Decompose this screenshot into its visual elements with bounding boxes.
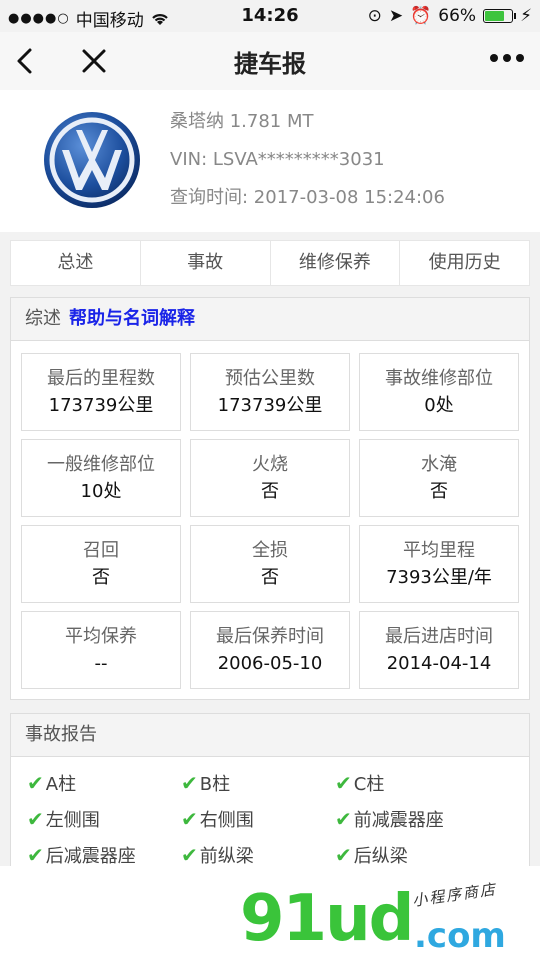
- help-link[interactable]: 帮助与名词解释: [69, 308, 195, 329]
- tab-maintenance[interactable]: 维修保养: [271, 241, 401, 285]
- accident-item-label: A柱: [45, 774, 77, 795]
- cell-label: 水淹: [421, 454, 457, 475]
- accident-item-label: 右侧围: [199, 810, 254, 831]
- cell-label: 预估公里数: [225, 368, 315, 389]
- summary-cell: 平均里程 7393公里/年: [359, 525, 519, 603]
- more-icon[interactable]: [490, 54, 524, 62]
- cell-value: 2014-04-14: [386, 653, 492, 674]
- accident-item-label: 左侧围: [45, 810, 100, 831]
- page-title: 捷车报: [234, 50, 306, 78]
- status-right: ⊙ ➤ ⏰ 66% ⚡: [368, 6, 532, 26]
- cell-label: 平均里程: [403, 540, 475, 561]
- summary-cell: 最后的里程数 173739公里: [21, 353, 181, 431]
- car-model: 桑塔纳 1.781 MT: [170, 111, 314, 132]
- charging-icon: ⚡: [520, 6, 532, 26]
- car-details: 桑塔纳 1.781 MT VIN: LSVA*********3031 查询时间…: [170, 108, 445, 222]
- car-info: 桑塔纳 1.781 MT VIN: LSVA*********3031 查询时间…: [0, 90, 540, 232]
- battery-percent: 66%: [438, 6, 477, 26]
- check-icon: ✔: [181, 807, 198, 831]
- summary-cell: 火烧否: [190, 439, 350, 517]
- summary-cell: 一般维修部位 10处: [21, 439, 181, 517]
- rotation-lock-icon: ⊙: [367, 6, 382, 26]
- accident-item-label: 后减震器座: [45, 846, 136, 867]
- summary-header: 综述 帮助与名词解释: [11, 298, 529, 341]
- check-icon: ✔: [335, 807, 352, 831]
- summary-cell: 事故维修部位 0处: [359, 353, 519, 431]
- summary-grid: 最后的里程数 173739公里 预估公里数 173739公里 事故维修部位 0处 一般…: [11, 341, 529, 699]
- cell-label: 最后的里程数: [47, 368, 155, 389]
- accident-item-label: 前减震器座: [353, 810, 444, 831]
- accident-item-label: 前纵梁: [199, 846, 254, 867]
- report-tabs: 总述 事故 维修保养 使用历史: [10, 240, 530, 286]
- cell-value: 173739公里: [217, 395, 323, 416]
- cell-label: 火烧: [252, 454, 288, 475]
- summary-title: 综述: [25, 308, 61, 329]
- status-bar: ●●●●○ 中国移动 14:26 ⊙ ➤ ⏰ 66% ⚡: [0, 0, 540, 32]
- tab-history[interactable]: 使用历史: [400, 241, 529, 285]
- accident-item: ✔ 后纵梁: [335, 841, 505, 869]
- accident-item: ✔ 前纵梁: [181, 841, 335, 869]
- cell-label: 事故维修部位: [385, 368, 493, 389]
- cell-value: --: [94, 653, 108, 674]
- accident-item: ✔ C柱: [335, 769, 505, 797]
- cell-value: 173739公里: [48, 395, 154, 416]
- summary-cell: 平均保养 --: [21, 611, 181, 689]
- summary-cell: 召回否: [21, 525, 181, 603]
- accident-item: ✔ B柱: [181, 769, 335, 797]
- battery-icon: [483, 9, 517, 23]
- tab-overview[interactable]: 总述: [11, 241, 141, 285]
- check-icon: ✔: [27, 843, 44, 867]
- check-icon: ✔: [181, 843, 198, 867]
- summary-panel: 综述 帮助与名词解释 最后的里程数 173739公里 预估公里数 173739公里 事…: [10, 297, 530, 700]
- accident-item: ✔ 前减震器座: [335, 805, 505, 833]
- watermark: 91ud 小程序商店 .com: [0, 866, 540, 960]
- watermark-domain: .com: [414, 916, 506, 956]
- accident-list: ✔ A柱 ✔ B柱 ✔ C柱 ✔ 左侧围 ✔ 右侧围 ✔ 前减震器座 ✔ 后减震器座 ✔ 前纵梁…: [11, 757, 529, 869]
- check-icon: ✔: [27, 771, 44, 795]
- accident-item-label: C柱: [353, 774, 385, 795]
- tab-accident[interactable]: 事故: [141, 241, 271, 285]
- nav-bar: 捷车报: [0, 32, 540, 90]
- summary-cell: 全损否: [190, 525, 350, 603]
- cell-value: 否: [261, 567, 279, 588]
- cell-label: 最后进店时间: [385, 626, 493, 647]
- volkswagen-logo-icon: [44, 112, 140, 208]
- watermark-subtitle: 小程序商店: [411, 880, 498, 910]
- accident-item-label: B柱: [199, 774, 231, 795]
- summary-cell: 预估公里数 173739公里: [190, 353, 350, 431]
- cell-value: 7393公里/年: [386, 567, 492, 588]
- accident-item: ✔ 后减震器座: [27, 841, 181, 869]
- watermark-logo: 91ud: [240, 882, 414, 956]
- summary-cell: 最后保养时间 2006-05-10: [190, 611, 350, 689]
- cell-value: 10处: [80, 481, 122, 502]
- car-vin: VIN: LSVA*********3031: [170, 149, 385, 170]
- check-icon: ✔: [27, 807, 44, 831]
- cell-value: 0处: [424, 395, 454, 416]
- cell-label: 召回: [83, 540, 119, 561]
- alarm-icon: ⏰: [410, 6, 432, 26]
- cell-label: 最后保养时间: [216, 626, 324, 647]
- cell-label: 一般维修部位: [47, 454, 155, 475]
- cell-label: 平均保养: [65, 626, 137, 647]
- check-icon: ✔: [335, 843, 352, 867]
- query-time: 查询时间: 2017-03-08 15:24:06: [170, 187, 445, 208]
- accident-item: ✔ A柱: [27, 769, 181, 797]
- accident-title: 事故报告: [25, 724, 97, 745]
- cell-value: 否: [92, 567, 110, 588]
- cell-value: 2006-05-10: [217, 653, 323, 674]
- summary-cell: 最后进店时间 2014-04-14: [359, 611, 519, 689]
- cell-value: 否: [430, 481, 448, 502]
- check-icon: ✔: [181, 771, 198, 795]
- accident-panel: 事故报告 ✔ A柱 ✔ B柱 ✔ C柱 ✔ 左侧围 ✔ 右侧围 ✔ 前减震器座 ✔ 后减震器座…: [10, 713, 530, 873]
- accident-item: ✔ 左侧围: [27, 805, 181, 833]
- location-icon: ➤: [388, 6, 404, 26]
- check-icon: ✔: [335, 771, 352, 795]
- accident-item-label: 后纵梁: [353, 846, 408, 867]
- cell-label: 全损: [252, 540, 288, 561]
- summary-cell: 水淹否: [359, 439, 519, 517]
- accident-header: 事故报告: [11, 714, 529, 757]
- accident-item: ✔ 右侧围: [181, 805, 335, 833]
- cell-value: 否: [261, 481, 279, 502]
